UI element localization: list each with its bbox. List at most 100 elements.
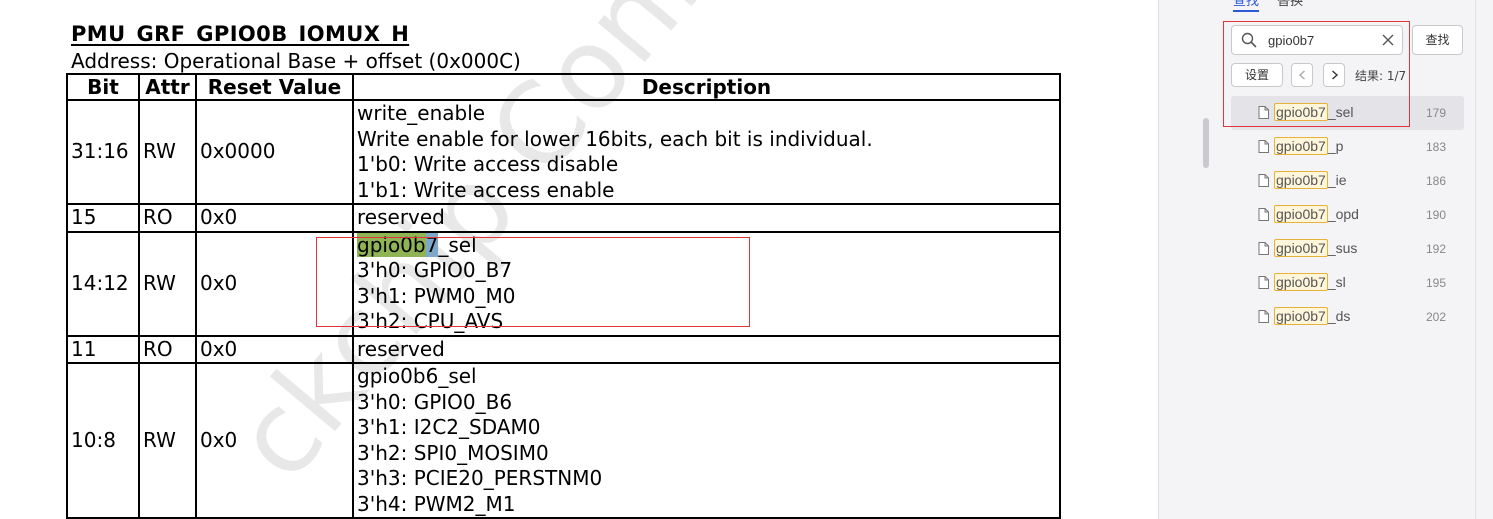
match-text: gpio0b7 bbox=[1274, 307, 1328, 325]
column-header-attr: Attr bbox=[138, 73, 197, 101]
document-page: ckchip Confid PMU_GRF_GPIO0B_IOMUX_H Add… bbox=[0, 0, 1158, 519]
results-count: 结果: 1/7 bbox=[1355, 69, 1407, 83]
column-header-bit: Bit bbox=[66, 73, 140, 101]
next-result-button[interactable] bbox=[1323, 63, 1345, 87]
column-header-description: Description bbox=[352, 73, 1061, 101]
panel-divider bbox=[1475, 0, 1476, 519]
description-line: 3'h2: SPI0_MOSIM0 bbox=[357, 440, 549, 465]
page-number: 186 bbox=[1425, 174, 1446, 188]
match-text: gpio0b7 bbox=[1274, 205, 1328, 223]
match-suffix: _sus bbox=[1327, 240, 1358, 256]
match-suffix: _sel bbox=[1327, 104, 1354, 120]
match-suffix: _ie bbox=[1327, 172, 1347, 188]
page-number: 202 bbox=[1425, 310, 1446, 324]
match-suffix: _opd bbox=[1327, 206, 1359, 222]
document-icon bbox=[1258, 140, 1269, 153]
column-header-reset: Reset Value bbox=[195, 73, 354, 101]
register-table: Bit Attr Reset Value Description 31:16 R… bbox=[66, 73, 1061, 519]
description-line: 3'h1: PWM0_M0 bbox=[357, 283, 516, 308]
reset-cell: 0x0 bbox=[195, 334, 354, 364]
reset-cell: 0x0 bbox=[195, 203, 354, 233]
description-line-highlighted: gpio0b7_sel bbox=[357, 232, 1059, 259]
reset-cell: 0x0 bbox=[195, 230, 354, 337]
description-line: write_enable bbox=[357, 101, 486, 125]
description-line: gpio0b6_sel bbox=[357, 364, 477, 388]
document-icon bbox=[1258, 310, 1269, 323]
page-number: 195 bbox=[1425, 276, 1446, 290]
list-item[interactable]: gpio0b7 _ds 202 bbox=[1231, 300, 1464, 334]
match-text: gpio0b7 bbox=[1274, 239, 1328, 257]
document-icon bbox=[1258, 174, 1269, 187]
page-number: 183 bbox=[1425, 140, 1446, 154]
list-item[interactable]: gpio0b7 _ie 186 bbox=[1231, 164, 1464, 198]
match-suffix: _ds bbox=[1327, 308, 1351, 324]
match-text: gpio0b7 bbox=[1274, 137, 1328, 155]
description-line: 3'h0: GPIO0_B6 bbox=[357, 389, 513, 414]
search-hit-highlight: gpio0b7 bbox=[357, 232, 439, 257]
reset-cell: 0x0 bbox=[195, 362, 354, 519]
attr-cell: RW bbox=[138, 362, 197, 519]
document-icon bbox=[1258, 276, 1269, 289]
attr-cell: RW bbox=[138, 230, 197, 337]
list-item[interactable]: gpio0b7 _opd 190 bbox=[1231, 198, 1464, 232]
tab-replace[interactable]: 替换 bbox=[1277, 0, 1303, 9]
description-line: 3'h3: PCIE20_PERSTNM0 bbox=[357, 466, 603, 490]
previous-result-button[interactable] bbox=[1291, 63, 1313, 87]
panel-tabs: 查找 替换 bbox=[1233, 0, 1317, 12]
document-icon bbox=[1258, 208, 1269, 221]
table-row: 14:12 RW 0x0 gpio0b7_sel 3'h0: GPIO0_B7 … bbox=[66, 230, 1061, 337]
search-input[interactable] bbox=[1268, 31, 1368, 49]
description-line: 3'h0: GPIO0_B7 bbox=[357, 258, 513, 282]
description-cell: reserved bbox=[352, 203, 1061, 233]
bit-cell: 31:16 bbox=[66, 99, 140, 205]
document-icon bbox=[1258, 242, 1269, 255]
bit-cell: 15 bbox=[66, 203, 140, 233]
attr-cell: RW bbox=[138, 99, 197, 205]
attr-cell: RO bbox=[138, 203, 197, 233]
find-button[interactable]: 查找 bbox=[1412, 25, 1463, 55]
description-cell: write_enable Write enable for lower 16bi… bbox=[352, 99, 1061, 205]
settings-button[interactable]: 设置 bbox=[1231, 63, 1283, 87]
search-results-list: gpio0b7 _sel 179 gpio0b7 _p 183 gpio0b7 _ie… bbox=[1231, 96, 1464, 334]
document-icon bbox=[1258, 106, 1269, 119]
match-suffix: _sl bbox=[1327, 274, 1346, 290]
description-cell: reserved bbox=[352, 334, 1061, 364]
description-line: 3'h4: PWM2_M1 bbox=[357, 491, 516, 516]
attr-cell: RO bbox=[138, 334, 197, 364]
list-item[interactable]: gpio0b7 _sl 195 bbox=[1231, 266, 1464, 300]
bit-cell: 11 bbox=[66, 334, 140, 364]
register-address: Address: Operational Base + offset (0x00… bbox=[71, 49, 521, 73]
search-hit-suffix: _sel bbox=[438, 232, 477, 257]
description-cell: gpio0b6_sel 3'h0: GPIO0_B6 3'h1: I2C2_SD… bbox=[352, 362, 1061, 519]
description-line: reserved bbox=[357, 336, 445, 361]
match-text: gpio0b7 bbox=[1274, 171, 1328, 189]
table-row: 11 RO 0x0 reserved bbox=[66, 334, 1061, 364]
chevron-right-icon bbox=[1332, 70, 1339, 80]
description-line: 3'h2: CPU_AVS bbox=[357, 309, 504, 333]
table-header-row: Bit Attr Reset Value Description bbox=[66, 73, 1061, 101]
register-title: PMU_GRF_GPIO0B_IOMUX_H bbox=[71, 22, 410, 46]
list-item[interactable]: gpio0b7 _sel 179 bbox=[1231, 96, 1464, 130]
list-item[interactable]: gpio0b7 _p 183 bbox=[1231, 130, 1464, 164]
match-text: gpio0b7 bbox=[1274, 273, 1328, 291]
match-text: gpio0b7 bbox=[1274, 103, 1328, 121]
page-number: 179 bbox=[1425, 106, 1446, 120]
search-hit-cursor-text: 7 bbox=[425, 232, 439, 257]
description-line: 1'b1: Write access enable bbox=[357, 177, 615, 202]
document-scrollbar-thumb[interactable] bbox=[1203, 118, 1209, 168]
description-cell: gpio0b7_sel 3'h0: GPIO0_B7 3'h1: PWM0_M0… bbox=[352, 230, 1061, 337]
table-row: 10:8 RW 0x0 gpio0b6_sel 3'h0: GPIO0_B6 3… bbox=[66, 362, 1061, 519]
chevron-left-icon bbox=[1298, 70, 1305, 80]
reset-cell: 0x0000 bbox=[195, 99, 354, 205]
close-icon[interactable] bbox=[1381, 33, 1395, 47]
match-suffix: _p bbox=[1327, 138, 1344, 154]
list-item[interactable]: gpio0b7 _sus 192 bbox=[1231, 232, 1464, 266]
bit-cell: 10:8 bbox=[66, 362, 140, 519]
tab-find[interactable]: 查找 bbox=[1233, 0, 1260, 12]
find-panel: 查找 替换 查找 设置 结果: 1/7 gpio0b7_sel 179 gpio… bbox=[1158, 0, 1493, 519]
description-line: reserved bbox=[357, 205, 445, 229]
search-icon bbox=[1241, 32, 1257, 48]
search-hit-text: gpio0b bbox=[357, 232, 426, 257]
table-row: 31:16 RW 0x0000 write_enable Write enabl… bbox=[66, 99, 1061, 205]
page-number: 190 bbox=[1425, 208, 1446, 222]
